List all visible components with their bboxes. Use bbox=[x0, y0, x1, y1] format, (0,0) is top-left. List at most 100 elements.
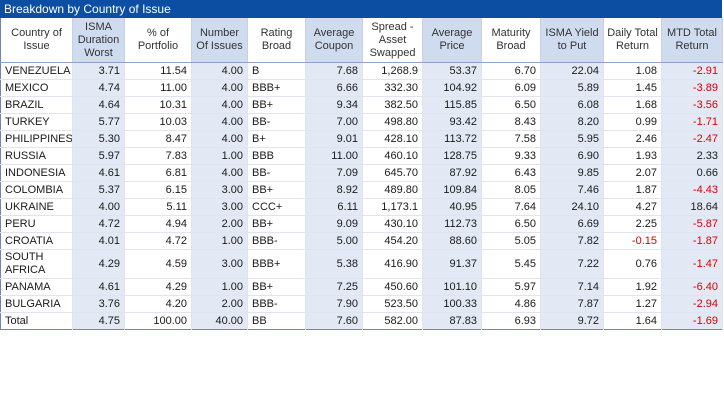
cell-issues: 2.00 bbox=[191, 215, 248, 233]
cell-dur: 4.72 bbox=[72, 215, 125, 233]
cell-rating: BBB+ bbox=[247, 79, 306, 97]
cell-yield: 8.20 bbox=[540, 113, 604, 131]
cell-spread: 582.00 bbox=[362, 312, 423, 330]
cell-coupon: 6.66 bbox=[305, 79, 363, 97]
cell-coupon: 5.00 bbox=[305, 232, 363, 250]
cell-maturity: 5.05 bbox=[481, 232, 541, 250]
cell-country: MEXICO bbox=[0, 79, 73, 97]
cell-pct: 100.00 bbox=[124, 312, 192, 330]
cell-country: BRAZIL bbox=[0, 96, 73, 114]
cell-mtd: -3.56 bbox=[661, 96, 723, 114]
cell-coupon: 6.11 bbox=[305, 198, 363, 216]
cell-daily: 1.93 bbox=[603, 147, 662, 165]
column-header-pct[interactable]: % of Portfolio bbox=[124, 18, 192, 63]
cell-pct: 4.20 bbox=[124, 295, 192, 313]
table-row: COLOMBIA 5.37 6.15 3.00 BB+ 8.92 489.80 109.84 8… bbox=[0, 181, 723, 199]
cell-price: 40.95 bbox=[422, 198, 482, 216]
cell-rating: CCC+ bbox=[247, 198, 306, 216]
cell-yield: 6.69 bbox=[540, 215, 604, 233]
table-row: UKRAINE 4.00 5.11 3.00 CCC+ 6.11 1,173.1 40.95 7… bbox=[0, 198, 723, 216]
cell-daily: 1.45 bbox=[603, 79, 662, 97]
cell-price: 113.72 bbox=[422, 130, 482, 148]
cell-spread: 382.50 bbox=[362, 96, 423, 114]
cell-dur: 4.75 bbox=[72, 312, 125, 330]
cell-price: 53.37 bbox=[422, 62, 482, 80]
cell-coupon: 7.90 bbox=[305, 295, 363, 313]
cell-country: VENEZUELA bbox=[0, 62, 73, 80]
cell-coupon: 9.34 bbox=[305, 96, 363, 114]
cell-mtd: -2.47 bbox=[661, 130, 723, 148]
cell-daily: 4.27 bbox=[603, 198, 662, 216]
cell-yield: 5.95 bbox=[540, 130, 604, 148]
cell-daily: 1.08 bbox=[603, 62, 662, 80]
column-header-price[interactable]: Average Price bbox=[422, 18, 482, 63]
column-header-mtd[interactable]: MTD Total Return bbox=[661, 18, 723, 63]
cell-pct: 11.00 bbox=[124, 79, 192, 97]
column-header-coupon[interactable]: Average Coupon bbox=[305, 18, 363, 63]
cell-issues: 4.00 bbox=[191, 164, 248, 182]
cell-spread: 460.10 bbox=[362, 147, 423, 165]
cell-coupon: 7.00 bbox=[305, 113, 363, 131]
table-row: TURKEY 5.77 10.03 4.00 BB- 7.00 498.80 93.42 8.4… bbox=[0, 113, 723, 131]
cell-yield: 6.90 bbox=[540, 147, 604, 165]
total-row: Total 4.75 100.00 40.00 BB 7.60 582.00 87.83 6.9… bbox=[0, 312, 723, 330]
cell-dur: 5.77 bbox=[72, 113, 125, 131]
cell-coupon: 9.01 bbox=[305, 130, 363, 148]
cell-country: UKRAINE bbox=[0, 198, 73, 216]
cell-mtd: -1.69 bbox=[661, 312, 723, 330]
cell-mtd: -6.40 bbox=[661, 278, 723, 296]
cell-pct: 6.81 bbox=[124, 164, 192, 182]
cell-dur: 4.74 bbox=[72, 79, 125, 97]
cell-daily: 2.25 bbox=[603, 215, 662, 233]
cell-rating: B bbox=[247, 62, 306, 80]
column-header-spread[interactable]: Spread - Asset Swapped bbox=[362, 18, 423, 63]
column-header-country[interactable]: Country of Issue bbox=[0, 18, 73, 63]
cell-rating: BB+ bbox=[247, 181, 306, 199]
cell-spread: 523.50 bbox=[362, 295, 423, 313]
table-row: CROATIA 4.01 4.72 1.00 BBB- 5.00 454.20 88.60 5.… bbox=[0, 232, 723, 250]
cell-mtd: -3.89 bbox=[661, 79, 723, 97]
cell-daily: 1.92 bbox=[603, 278, 662, 296]
column-header-dur[interactable]: ISMA Duration Worst bbox=[72, 18, 125, 63]
breakdown-panel: Breakdown by Country of Issue Country of… bbox=[0, 0, 723, 330]
column-header-maturity[interactable]: Maturity Broad bbox=[481, 18, 541, 63]
cell-spread: 428.10 bbox=[362, 130, 423, 148]
cell-mtd: -2.94 bbox=[661, 295, 723, 313]
cell-spread: 645.70 bbox=[362, 164, 423, 182]
cell-country: RUSSIA bbox=[0, 147, 73, 165]
cell-issues: 4.00 bbox=[191, 96, 248, 114]
cell-yield: 7.22 bbox=[540, 249, 604, 279]
cell-rating: BBB- bbox=[247, 295, 306, 313]
cell-issues: 3.00 bbox=[191, 198, 248, 216]
cell-dur: 4.61 bbox=[72, 164, 125, 182]
cell-dur: 4.00 bbox=[72, 198, 125, 216]
cell-pct: 10.31 bbox=[124, 96, 192, 114]
cell-daily: 2.46 bbox=[603, 130, 662, 148]
cell-yield: 9.85 bbox=[540, 164, 604, 182]
table-row: PERU 4.72 4.94 2.00 BB+ 9.09 430.10 112.73 6.50 6… bbox=[0, 215, 723, 233]
cell-rating: B+ bbox=[247, 130, 306, 148]
column-header-issues[interactable]: Number Of Issues bbox=[191, 18, 248, 63]
cell-spread: 332.30 bbox=[362, 79, 423, 97]
panel-title: Breakdown by Country of Issue bbox=[0, 0, 722, 18]
cell-price: 128.75 bbox=[422, 147, 482, 165]
cell-maturity: 5.45 bbox=[481, 249, 541, 279]
cell-mtd: -5.87 bbox=[661, 215, 723, 233]
cell-price: 112.73 bbox=[422, 215, 482, 233]
column-header-yield[interactable]: ISMA Yield to Put bbox=[540, 18, 604, 63]
cell-pct: 8.47 bbox=[124, 130, 192, 148]
cell-country: INDONESIA bbox=[0, 164, 73, 182]
cell-maturity: 5.97 bbox=[481, 278, 541, 296]
cell-spread: 430.10 bbox=[362, 215, 423, 233]
cell-price: 87.92 bbox=[422, 164, 482, 182]
cell-country: BULGARIA bbox=[0, 295, 73, 313]
cell-spread: 454.20 bbox=[362, 232, 423, 250]
column-header-rating[interactable]: Rating Broad bbox=[247, 18, 306, 63]
column-header-daily[interactable]: Daily Total Return bbox=[603, 18, 662, 63]
cell-yield: 7.82 bbox=[540, 232, 604, 250]
cell-mtd: 18.64 bbox=[661, 198, 723, 216]
cell-maturity: 6.50 bbox=[481, 215, 541, 233]
cell-country: SOUTH AFRICA bbox=[0, 249, 73, 279]
breakdown-table: Country of Issue ISMA Duration Worst% of … bbox=[0, 18, 723, 330]
cell-mtd: -4.43 bbox=[661, 181, 723, 199]
